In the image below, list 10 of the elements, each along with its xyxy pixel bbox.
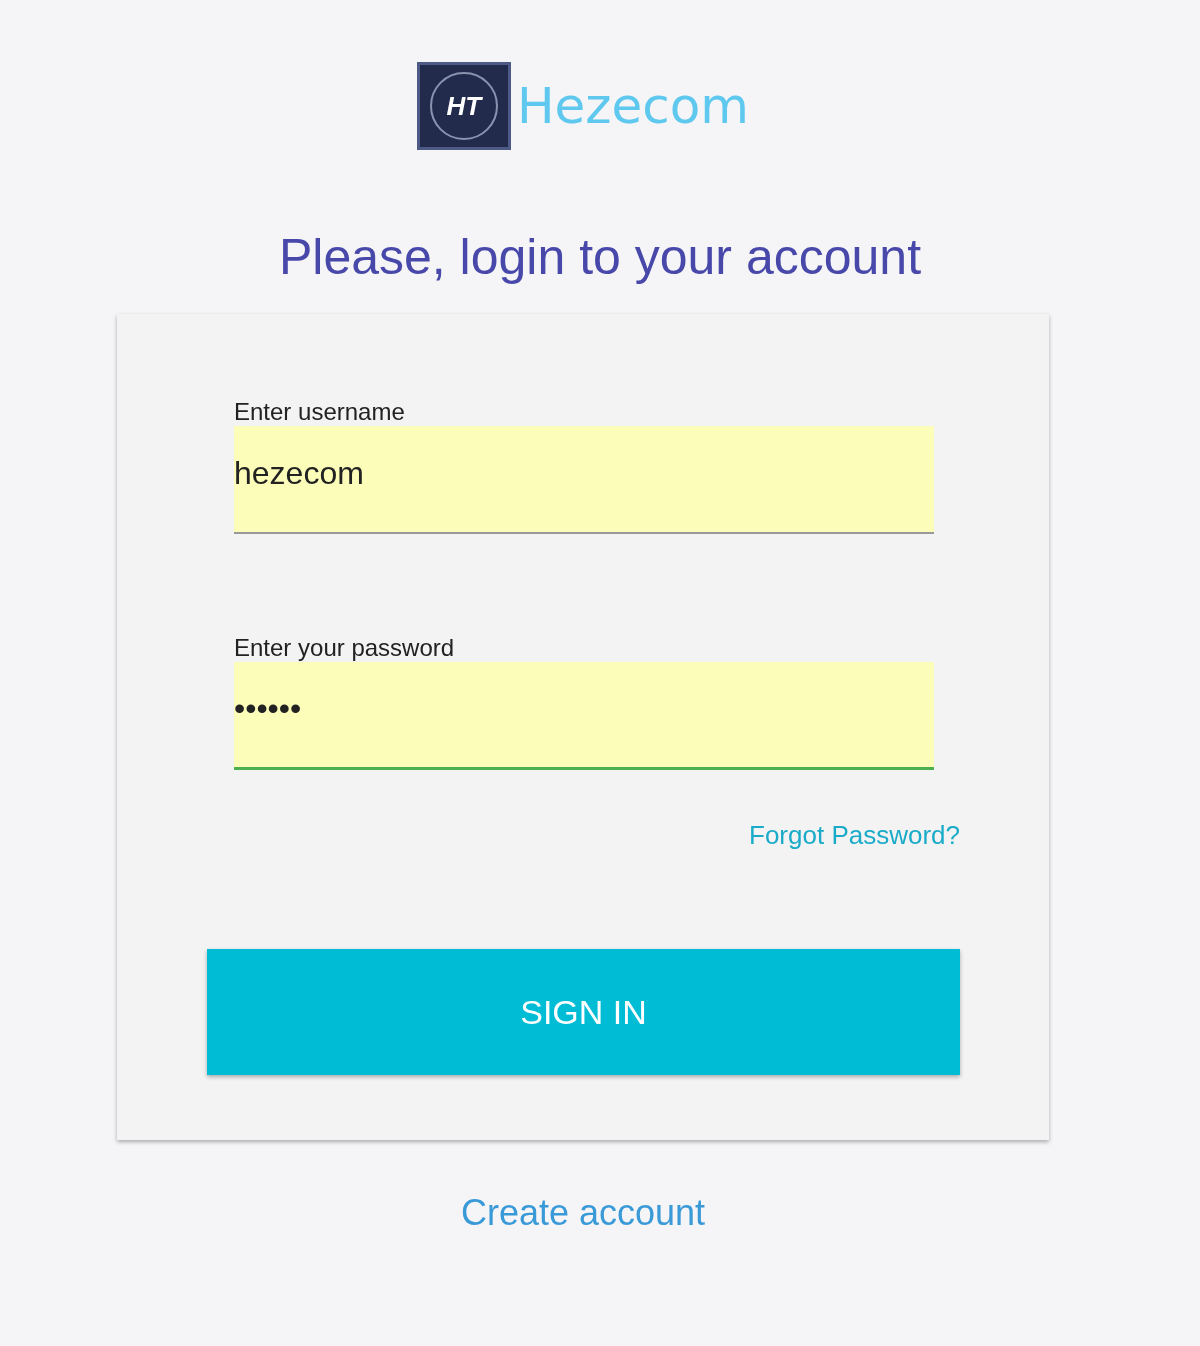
logo-name: Hezecom <box>516 77 750 135</box>
input-field[interactable]: hezecom <box>234 426 934 534</box>
logo-icon: HT <box>416 62 511 150</box>
sign-in-button[interactable]: SIGN IN <box>207 949 960 1075</box>
field-label: Enter username <box>234 398 406 426</box>
forgot-password-link[interactable]: Forgot Password? <box>749 820 960 851</box>
field-label: Enter your password <box>234 634 456 662</box>
create-account-link[interactable]: Create account <box>460 1192 706 1234</box>
input-field[interactable]: •••••• <box>234 662 934 770</box>
page-heading: Please, login to your account <box>278 228 922 286</box>
